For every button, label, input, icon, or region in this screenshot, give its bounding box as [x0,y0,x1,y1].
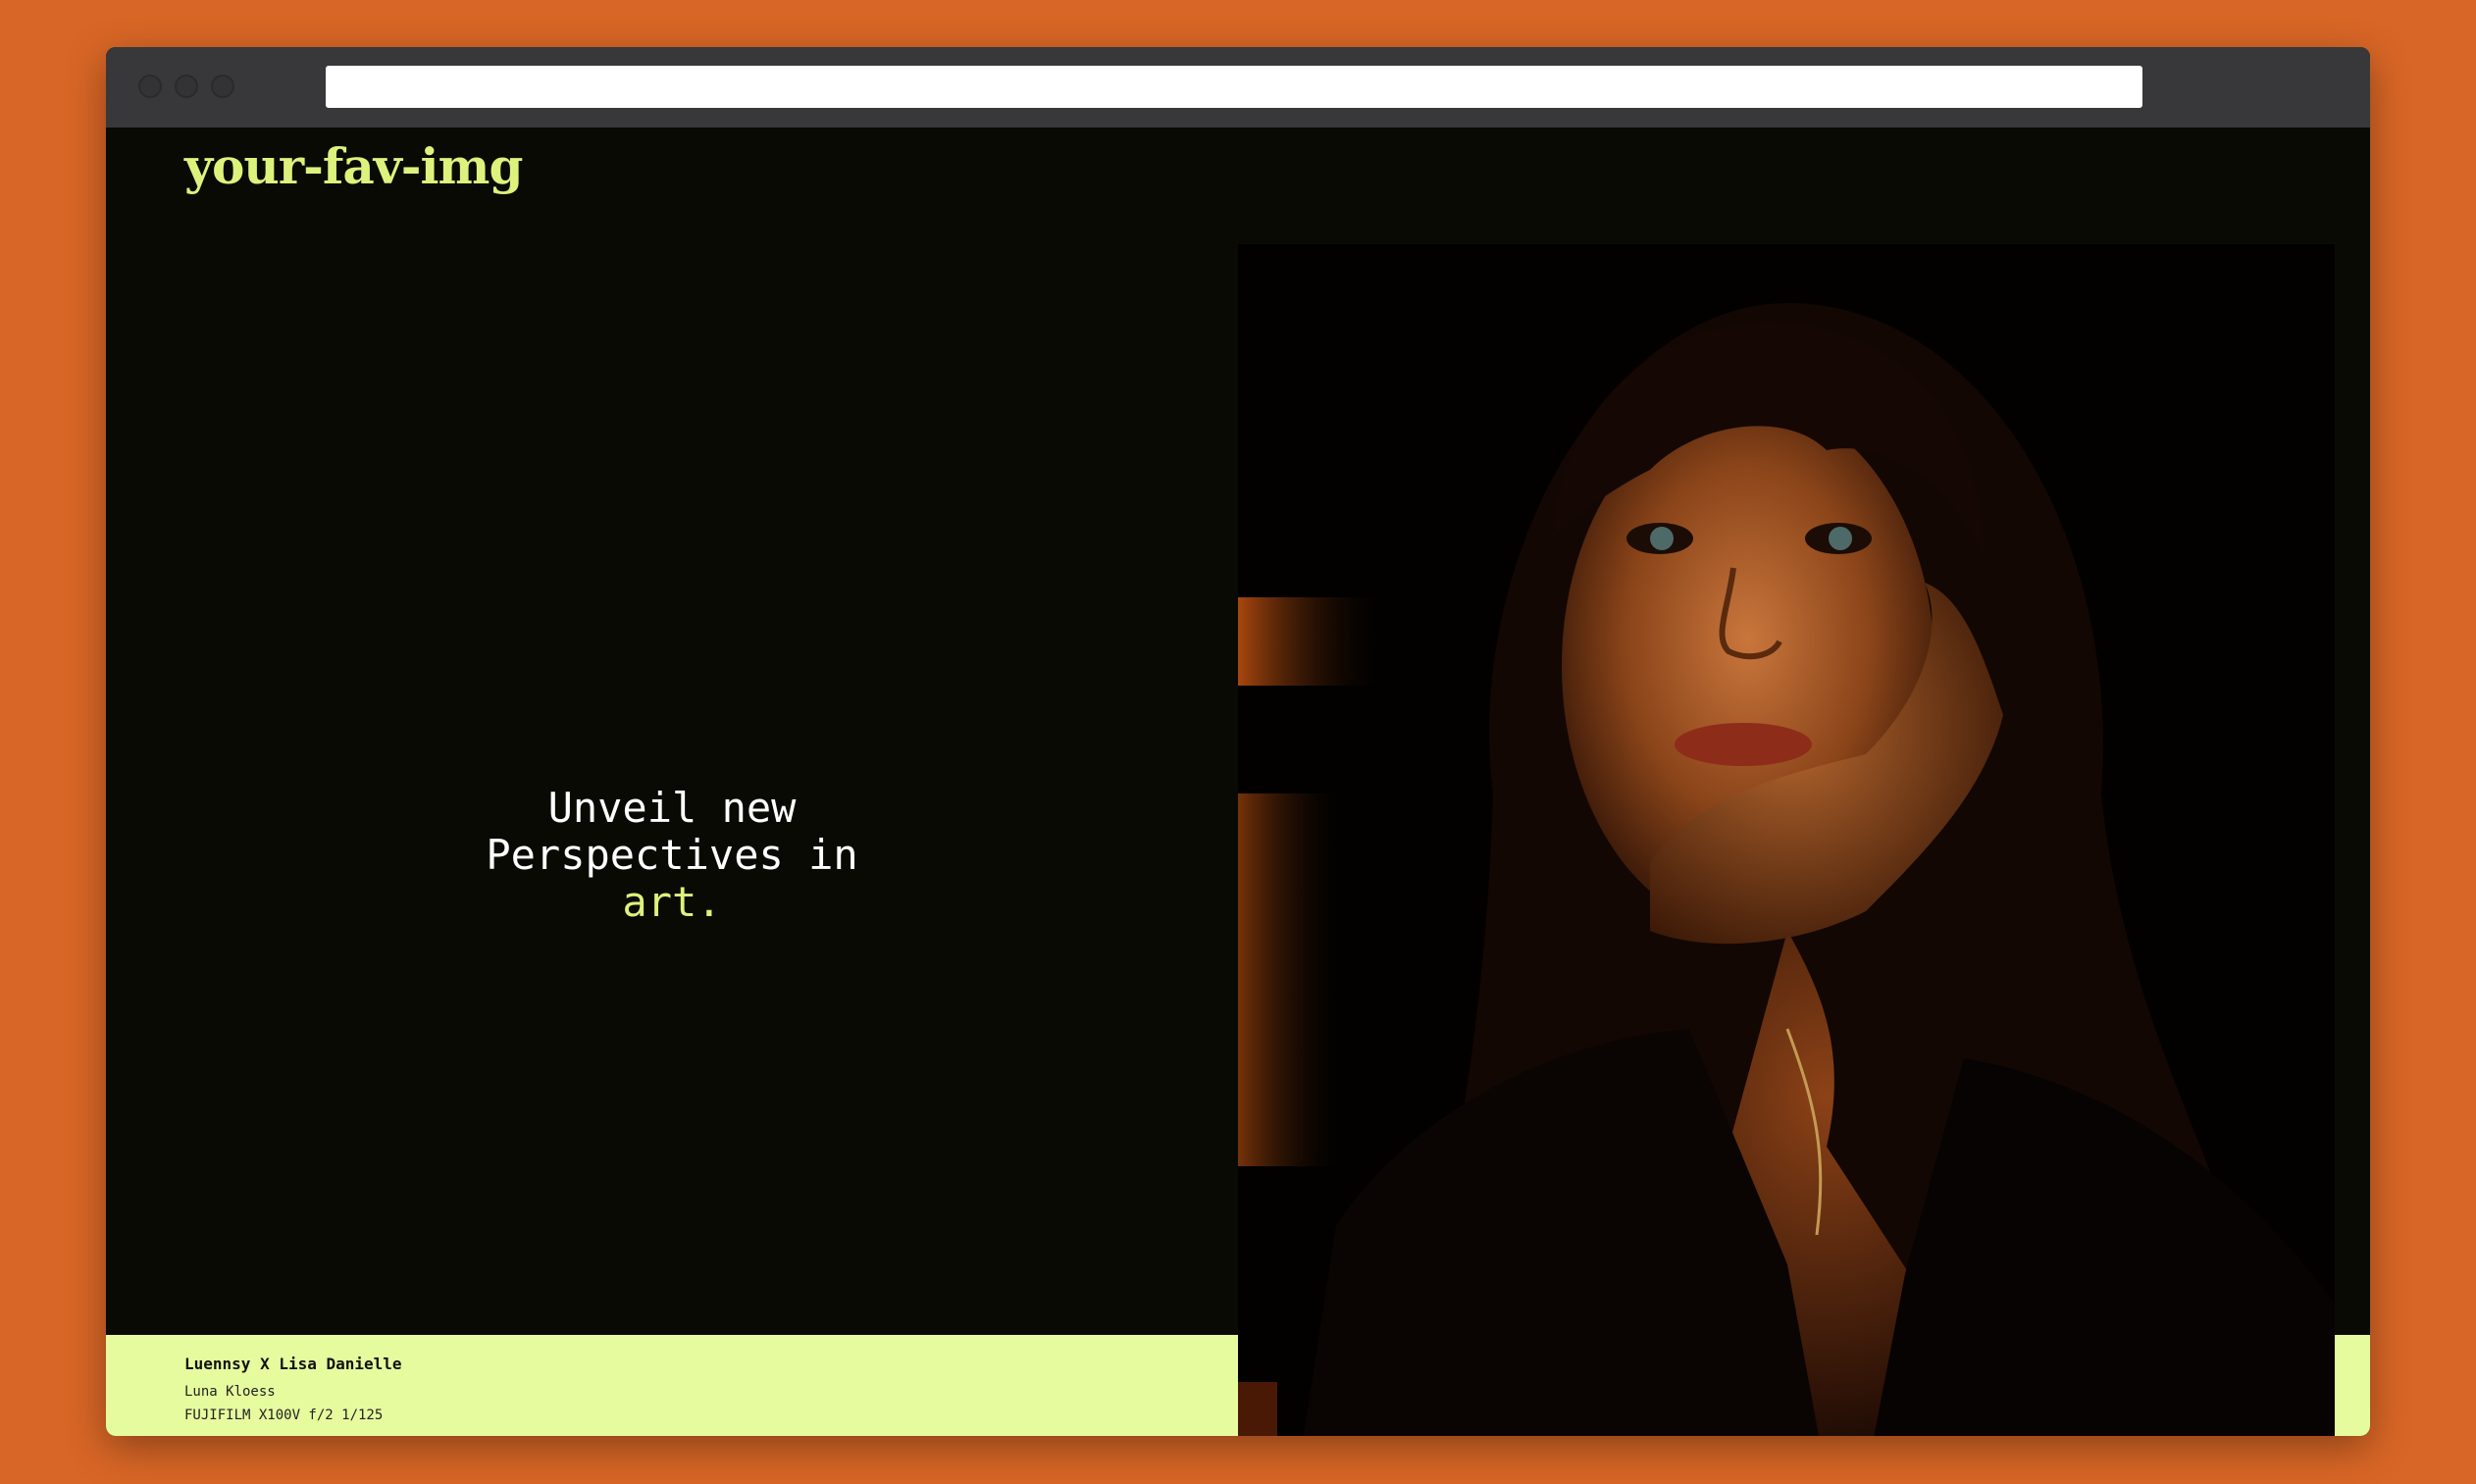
featured-portrait-image[interactable] [1238,244,2335,1436]
page-content: your-fav-img Unveil new Perspectives in … [106,128,2370,1436]
caption-strip-edge [2335,1335,2370,1436]
hero-line-1: Unveil new [547,784,797,832]
close-window-icon[interactable] [138,75,162,98]
address-bar[interactable] [326,66,2142,108]
hero-accent-word: art. [622,878,722,926]
hero-headline: Unveil new Perspectives in art. [106,785,1238,926]
browser-window: your-fav-img Unveil new Perspectives in … [106,47,2370,1436]
photo-caption: Luennsy X Lisa Danielle Luna Kloess FUJI… [106,1335,1238,1436]
portrait-illustration [1238,244,2335,1436]
site-logo[interactable]: your-fav-img [184,137,523,195]
browser-toolbar [106,47,2370,128]
caption-title: Luennsy X Lisa Danielle [184,1355,402,1373]
maximize-window-icon[interactable] [211,75,234,98]
caption-camera-settings: FUJIFILM X100V f/2 1/125 [184,1407,384,1423]
minimize-window-icon[interactable] [175,75,198,98]
hero-line-2: Perspectives in [486,831,858,879]
caption-author: Luna Kloess [184,1384,276,1400]
